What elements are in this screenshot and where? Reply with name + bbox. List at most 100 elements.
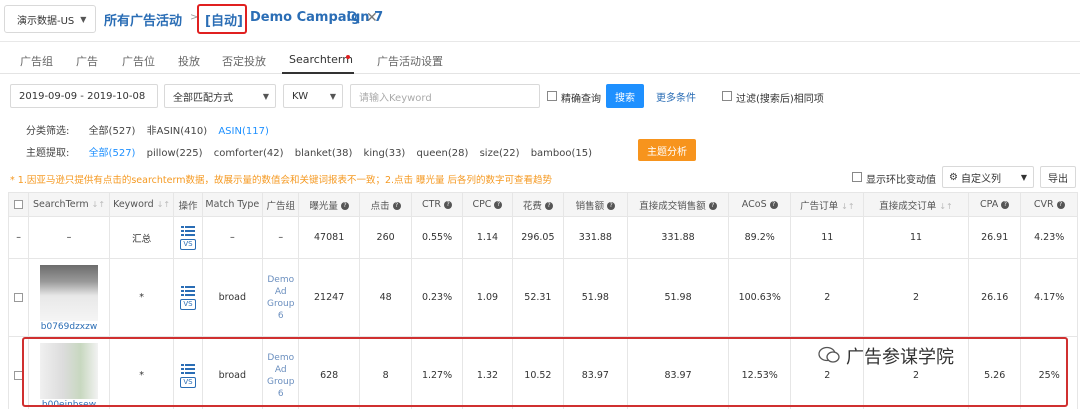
vs-button[interactable]: VS xyxy=(179,376,196,388)
col-ad-orders[interactable]: 广告订单 ↓↑ xyxy=(790,192,865,217)
col-direct-orders[interactable]: 直接成交订单 ↓↑ xyxy=(863,192,969,217)
dataset-select[interactable]: 演示数据-US ▼ xyxy=(4,5,96,33)
col-ad-group: 广告组 xyxy=(262,192,300,217)
ad-group-link[interactable]: Demo Ad Group 6 xyxy=(262,336,300,409)
tab-campaign-settings[interactable]: 广告活动设置 xyxy=(377,53,443,69)
topic-blanket[interactable]: blanket(38) xyxy=(295,148,353,159)
topic-king[interactable]: king(33) xyxy=(364,148,406,159)
col-ctr[interactable]: CTR ? xyxy=(411,192,463,217)
match-type-cell: broad xyxy=(201,336,264,409)
info-icon: ? xyxy=(340,202,349,210)
vs-button[interactable]: VS xyxy=(179,238,196,250)
summary-direct-orders: 11 xyxy=(863,216,969,259)
tab-ad-groups[interactable]: 广告组 xyxy=(20,53,53,69)
summary-cpa: 26.91 xyxy=(967,216,1022,259)
impressions-cell[interactable]: 21247 xyxy=(298,258,360,337)
keyword-cell: * xyxy=(108,336,175,409)
date-range-picker[interactable]: 2019-09-09 - 2019-10-08 xyxy=(10,84,158,108)
more-conditions-link[interactable]: 更多条件 xyxy=(656,89,696,104)
spend-cell: 10.52 xyxy=(512,336,564,409)
summary-cvr: 4.23% xyxy=(1020,216,1078,259)
topic-size[interactable]: size(22) xyxy=(480,148,520,159)
exact-query-checkbox[interactable] xyxy=(547,91,557,101)
match-mode-value: 全部匹配方式 xyxy=(173,92,233,104)
col-cpc[interactable]: CPC ? xyxy=(461,192,514,217)
tab-negative-targeting[interactable]: 否定投放 xyxy=(222,53,266,69)
export-button[interactable]: 导出 xyxy=(1040,166,1076,188)
category-non-asin[interactable]: 非ASIN(410) xyxy=(147,126,208,137)
sort-icon: ↓↑ xyxy=(841,201,855,211)
col-cpa[interactable]: CPA ? xyxy=(967,192,1022,217)
col-clicks[interactable]: 点击 ? xyxy=(358,192,413,217)
col-acos[interactable]: ACoS ? xyxy=(727,192,792,217)
col-direct-sales[interactable]: 直接成交销售额 ? xyxy=(627,192,729,217)
list-icon[interactable] xyxy=(180,285,195,296)
cvr-cell: 25% xyxy=(1020,336,1078,409)
sales-cell: 83.97 xyxy=(562,336,629,409)
sort-icon: ↓↑ xyxy=(939,201,953,211)
tab-bar: 广告组 广告 广告位 投放 否定投放 Searchterm 广告活动设置 xyxy=(0,44,1080,74)
topic-analysis-button[interactable]: 主题分析 xyxy=(638,139,696,161)
action-group: VS xyxy=(179,363,196,388)
breadcrumb-all-campaigns[interactable]: 所有广告活动 xyxy=(104,10,182,29)
row-select-cell xyxy=(7,336,30,409)
searchterm-cell: b00einbsew xyxy=(28,336,110,409)
row-checkbox[interactable] xyxy=(14,293,24,302)
filter-same-checkbox[interactable] xyxy=(722,91,732,101)
asin-link[interactable]: b00einbsew xyxy=(31,400,107,409)
list-icon[interactable] xyxy=(180,225,195,236)
category-asin[interactable]: ASIN(117) xyxy=(218,126,269,137)
col-searchterm[interactable]: SearchTerm ↓↑ xyxy=(28,192,110,217)
product-thumbnail[interactable] xyxy=(39,265,98,321)
custom-columns-select[interactable]: ⚙ 自定义列 ▼ xyxy=(942,166,1034,188)
show-compare-checkbox[interactable] xyxy=(852,172,862,182)
col-label: 直接成交销售额 xyxy=(639,200,706,212)
category-all[interactable]: 全部(527) xyxy=(89,126,136,137)
select-all-cell xyxy=(7,192,30,217)
col-spend[interactable]: 花费 ? xyxy=(512,192,564,217)
search-button[interactable]: 搜索 xyxy=(606,84,644,108)
product-thumbnail[interactable] xyxy=(39,343,98,399)
direct-sales-cell: 83.97 xyxy=(627,336,729,409)
col-label: CPA xyxy=(980,199,999,210)
ad-group-link[interactable]: Demo Ad Group 6 xyxy=(262,258,300,337)
table-header-row: SearchTerm ↓↑ Keyword ↓↑ 操作 Match Type 广… xyxy=(7,192,1078,217)
clicks-cell[interactable]: 8 xyxy=(358,336,413,409)
keyword-input[interactable]: 请输入Keyword xyxy=(350,84,540,108)
tab-ads[interactable]: 广告 xyxy=(76,53,98,69)
action-group: VS xyxy=(179,225,196,250)
asin-link[interactable]: b0769dzxzw xyxy=(31,322,107,332)
kw-select[interactable]: KW ▼ xyxy=(283,84,343,108)
sales-cell: 51.98 xyxy=(562,258,629,337)
col-sales[interactable]: 销售额 ? xyxy=(562,192,629,217)
match-mode-select[interactable]: 全部匹配方式 ▼ xyxy=(164,84,276,108)
topic-comforter[interactable]: comforter(42) xyxy=(214,148,284,159)
date-range-value: 2019-09-09 - 2019-10-08 xyxy=(19,90,146,102)
tab-searchterm[interactable]: Searchterm xyxy=(289,53,353,66)
col-keyword[interactable]: Keyword ↓↑ xyxy=(108,192,175,217)
row-checkbox[interactable] xyxy=(14,371,24,380)
cvr-cell: 4.17% xyxy=(1020,258,1078,337)
topic-pillow[interactable]: pillow(225) xyxy=(147,148,203,159)
impressions-cell[interactable]: 628 xyxy=(298,336,360,409)
ctr-cell: 1.27% xyxy=(411,336,463,409)
tab-placements[interactable]: 广告位 xyxy=(122,53,155,69)
topic-queen[interactable]: queen(28) xyxy=(417,148,469,159)
close-icon[interactable]: ✕ xyxy=(366,10,378,26)
select-all-checkbox[interactable] xyxy=(14,200,24,209)
col-impressions[interactable]: 曝光量 ? xyxy=(298,192,360,217)
tab-targeting[interactable]: 投放 xyxy=(178,53,200,69)
summary-spend: 296.05 xyxy=(512,216,564,259)
list-icon[interactable] xyxy=(180,363,195,374)
col-label: CTR xyxy=(422,199,442,210)
info-icon: ? xyxy=(708,202,717,210)
topic-all[interactable]: 全部(527) xyxy=(89,148,136,159)
search-icon[interactable] xyxy=(346,10,360,24)
col-cvr[interactable]: CVR ? xyxy=(1020,192,1078,217)
ctr-cell: 0.23% xyxy=(411,258,463,337)
sort-icon: ↓↑ xyxy=(91,200,106,209)
clicks-cell[interactable]: 48 xyxy=(358,258,413,337)
topic-bamboo[interactable]: bamboo(15) xyxy=(531,148,592,159)
vs-button[interactable]: VS xyxy=(179,298,196,310)
col-label: 广告订单 xyxy=(800,200,839,212)
